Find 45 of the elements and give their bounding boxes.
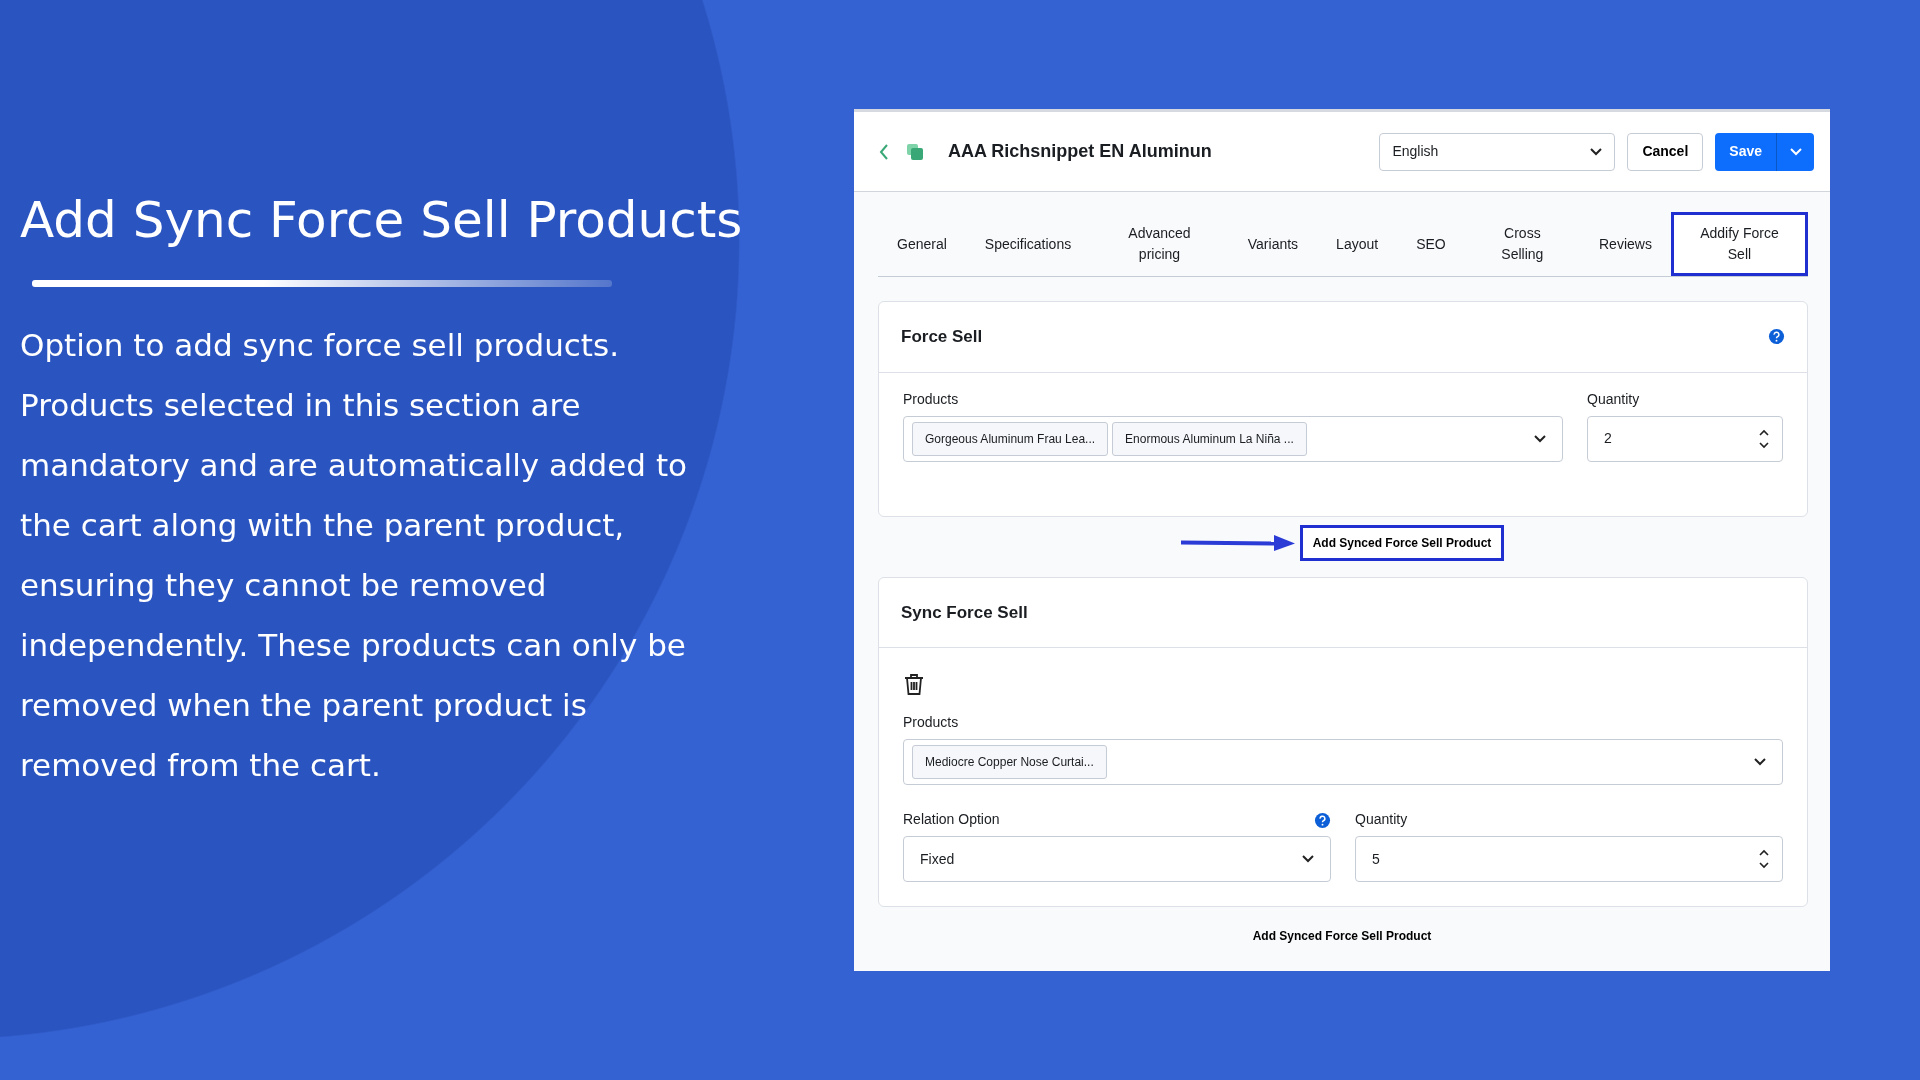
cancel-button[interactable]: Cancel <box>1627 132 1704 171</box>
product-tag: Enormous Aluminum La Niña ... <box>1112 421 1307 456</box>
field-label: Quantity <box>1587 389 1641 409</box>
language-select[interactable]: English <box>1379 132 1616 171</box>
field-label: Products <box>903 713 960 732</box>
products-select[interactable]: Mediocre Copper Nose Curtai... <box>903 739 1783 785</box>
product-tag: Gorgeous Aluminum Frau Lea... <box>912 421 1109 456</box>
field-label: Quantity <box>1355 810 1409 829</box>
copy-icon <box>906 142 924 161</box>
save-options-button[interactable] <box>1776 132 1814 171</box>
chevron-down-icon <box>1534 434 1546 443</box>
add-synced-product-button[interactable]: Add Synced Force Sell Product <box>1299 524 1505 561</box>
tab[interactable]: Specifications <box>965 212 1091 276</box>
quantity-field[interactable]: 5 <box>1355 836 1783 882</box>
tab[interactable]: Cross Selling <box>1464 212 1580 276</box>
tab[interactable]: Layout <box>1317 212 1398 276</box>
slide-description: Option to add sync force sell products. Products selected in this section are mandatory and are automatically added to the cart along with the parent product, ensuring they cannot be removed independently. These products can only be removed when the parent product is removed from the cart. <box>20 326 688 785</box>
product-tag: Mediocre Copper Nose Curtai... <box>912 745 1107 779</box>
back-icon[interactable] <box>878 142 890 161</box>
tab[interactable]: Addify Force Sell <box>1670 212 1808 276</box>
help-icon[interactable] <box>1314 812 1331 829</box>
add-synced-product-link[interactable]: Add Synced Force Sell Product <box>1248 923 1436 949</box>
tab[interactable]: SEO <box>1397 212 1465 276</box>
products-select[interactable]: Gorgeous Aluminum Frau Lea... Enormous Aluminum La Niña ... <box>903 415 1563 462</box>
stepper-icon <box>1758 427 1770 450</box>
relation-option-select[interactable]: Fixed <box>903 836 1331 882</box>
chevron-down-icon <box>1302 855 1314 863</box>
product-title: AAA Richsnippet EN Aluminun <box>948 140 1212 163</box>
tab[interactable]: Variants <box>1228 212 1318 276</box>
chevron-down-icon <box>1754 758 1766 766</box>
chevron-down-icon <box>1590 147 1603 156</box>
save-button[interactable]: Save <box>1715 132 1776 171</box>
quantity-field[interactable]: 2 <box>1587 415 1783 462</box>
tab[interactable]: Reviews <box>1580 212 1671 276</box>
tab[interactable]: General <box>878 212 966 276</box>
field-label: Products <box>903 389 960 409</box>
slide-heading: Add Sync Force Sell Products <box>20 190 744 250</box>
field-label: Relation Option <box>903 810 1000 829</box>
help-icon[interactable] <box>1768 328 1785 346</box>
tab[interactable]: Advanced pricing <box>1090 212 1229 276</box>
chevron-down-icon <box>1789 147 1802 156</box>
card-title: Sync Force Sell <box>901 602 1028 622</box>
stepper-icon <box>1758 848 1770 870</box>
card-title: Force Sell <box>901 326 983 348</box>
trash-icon[interactable] <box>903 672 925 696</box>
